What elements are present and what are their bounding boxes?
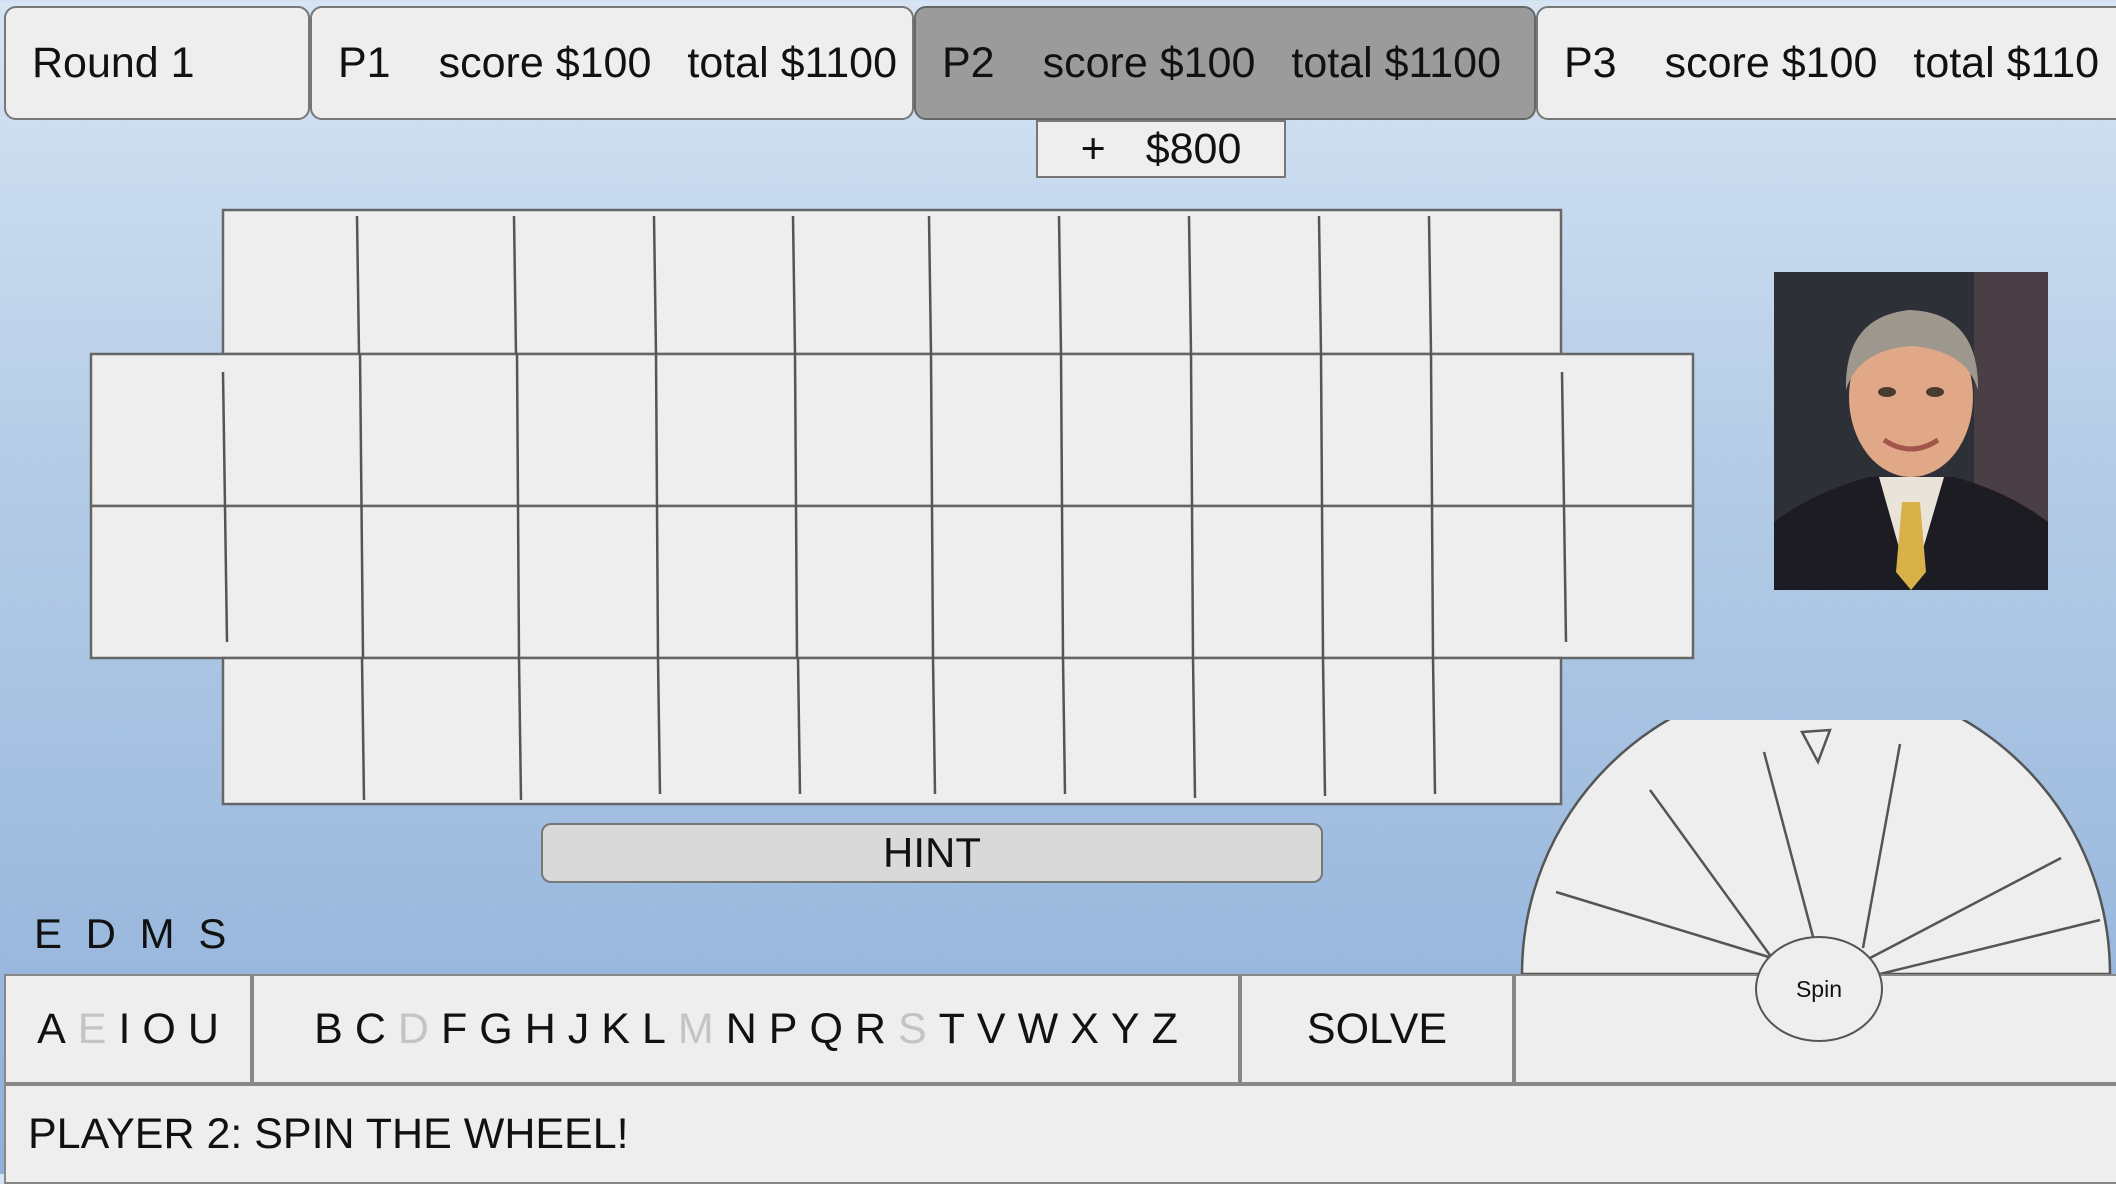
letter-key-x[interactable]: X: [1070, 1005, 1099, 1054]
letter-key-l[interactable]: L: [642, 1005, 666, 1054]
hint-button[interactable]: HINT: [541, 823, 1323, 883]
board-row-2: [89, 352, 1695, 508]
letter-key-n[interactable]: N: [726, 1005, 757, 1054]
hint-label: HINT: [883, 829, 981, 876]
letter-key-y[interactable]: Y: [1111, 1005, 1140, 1054]
letter-key-k[interactable]: K: [601, 1005, 630, 1054]
status-bar: PLAYER 2: SPIN THE WHEEL!: [4, 1084, 2116, 1184]
letter-key-b[interactable]: B: [314, 1005, 343, 1054]
letter-key-f[interactable]: F: [441, 1005, 467, 1054]
used-letters-list: E D M S: [34, 910, 233, 957]
letter-key-h[interactable]: H: [525, 1005, 556, 1054]
solve-button[interactable]: SOLVE: [1240, 974, 1514, 1084]
letter-key-d: D: [397, 1004, 429, 1053]
letter-key-s: S: [897, 1004, 927, 1053]
board-row-1: [221, 208, 1563, 356]
vowel-keys: AEIOU: [4, 974, 252, 1084]
spin-button[interactable]: Spin: [1755, 936, 1883, 1042]
letter-key-j[interactable]: J: [568, 1005, 590, 1054]
letter-key-o[interactable]: O: [142, 1005, 175, 1054]
letter-key-g[interactable]: G: [479, 1005, 512, 1054]
host-photo: [1774, 272, 2048, 590]
letter-key-p[interactable]: P: [769, 1005, 798, 1054]
board-row-3: [89, 504, 1695, 660]
letter-key-t[interactable]: T: [939, 1005, 965, 1054]
letter-key-w[interactable]: W: [1018, 1005, 1059, 1054]
letter-key-i[interactable]: I: [118, 1005, 130, 1054]
letter-key-v[interactable]: V: [977, 1005, 1006, 1054]
board-row-4: [221, 656, 1563, 806]
letter-key-q[interactable]: Q: [809, 1005, 842, 1054]
letter-key-a[interactable]: A: [37, 1005, 66, 1054]
status-message: PLAYER 2: SPIN THE WHEEL!: [28, 1109, 629, 1158]
letter-key-m: M: [677, 1004, 714, 1053]
letter-key-r[interactable]: R: [855, 1005, 886, 1054]
letter-key-z[interactable]: Z: [1152, 1005, 1178, 1054]
letter-key-e: E: [77, 1004, 107, 1053]
spin-label: Spin: [1795, 975, 1843, 1002]
consonant-keys: BCDFGHJKLMNPQRSTVWXYZ: [252, 974, 1240, 1084]
solve-label: SOLVE: [1306, 1004, 1448, 1053]
letter-key-c[interactable]: C: [355, 1005, 386, 1054]
letter-key-u[interactable]: U: [188, 1005, 219, 1054]
